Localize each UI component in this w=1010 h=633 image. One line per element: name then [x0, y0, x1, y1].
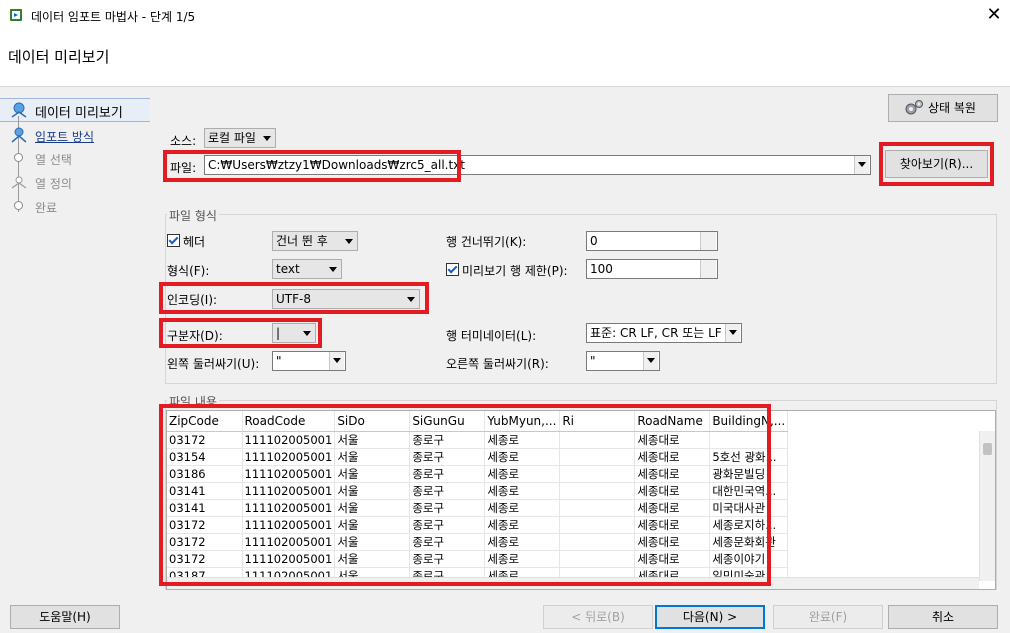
right-enclosure-select[interactable]: " [586, 351, 660, 371]
next-label: 다음(N) > [682, 610, 738, 624]
chevron-down-icon [326, 261, 340, 277]
annotation-highlight-delimiter [159, 318, 322, 348]
step-dot-icon [14, 201, 23, 210]
source-value: 로컬 파일 [208, 131, 256, 145]
help-button[interactable]: 도움말(H) [10, 605, 120, 629]
restore-state-label: 상태 복원 [928, 101, 976, 115]
format-select[interactable]: text [272, 259, 342, 279]
right-enclosure-value: " [590, 354, 596, 368]
format-label: 형식(F): [167, 264, 210, 278]
header-option-select[interactable]: 건너 뛴 후 [272, 231, 358, 251]
step-select-columns: 열 선택 [35, 153, 72, 167]
vertical-scrollbar[interactable] [979, 431, 995, 581]
preview-limit-checkbox[interactable] [446, 263, 459, 276]
spinner-arrows-icon[interactable] [700, 260, 716, 278]
skip-rows-spinner[interactable]: 0 [586, 231, 718, 251]
annotation-highlight-content [159, 404, 771, 586]
skip-rows-label: 행 건너뛰기(K): [446, 235, 527, 249]
preview-limit-spinner[interactable]: 100 [586, 259, 718, 279]
next-button[interactable]: 다음(N) > [655, 605, 765, 629]
close-icon[interactable]: ✕ [982, 4, 1006, 28]
line-terminator-select[interactable]: 표준: CR LF, CR 또는 LF [586, 323, 742, 343]
annotation-highlight-browse [879, 142, 994, 186]
line-terminator-label: 행 터미네이터(L): [446, 329, 537, 343]
chevron-down-icon [725, 324, 740, 342]
step-current-icon [11, 102, 27, 118]
gear-icon [905, 100, 923, 115]
left-enclosure-label: 왼쪽 둘러싸기(U): [167, 357, 260, 371]
back-button[interactable]: < 뒤로(B) [543, 605, 653, 629]
finish-button[interactable]: 완료(F) [773, 605, 883, 629]
chevron-down-icon [854, 156, 869, 174]
finish-label: 완료(F) [808, 610, 848, 624]
step-import-method[interactable]: 임포트 방식 [35, 128, 94, 145]
app-icon [10, 9, 22, 21]
step-data-preview: 데이터 미리보기 [35, 106, 123, 121]
source-select[interactable]: 로컬 파일 [204, 128, 276, 148]
chevron-down-icon [329, 352, 344, 370]
right-enclosure-label: 오른쪽 둘러싸기(R): [446, 357, 549, 371]
window-title: 데이터 임포트 마법사 - 단계 1/5 [31, 10, 196, 24]
left-enclosure-value: " [276, 354, 282, 368]
preview-limit-label: 미리보기 행 제한(P): [462, 264, 568, 278]
format-value: text [276, 262, 300, 276]
step-define-columns: 열 정의 [35, 177, 72, 191]
back-label: < 뒤로(B) [571, 610, 625, 624]
step-figure-icon [11, 176, 27, 189]
source-label: 소스: [170, 134, 197, 148]
skip-rows-value: 0 [590, 234, 598, 248]
annotation-highlight-file [163, 150, 461, 182]
header-checkbox[interactable] [167, 234, 180, 247]
cancel-label: 취소 [931, 610, 955, 624]
preview-limit-value: 100 [590, 262, 613, 276]
help-label: 도움말(H) [39, 610, 91, 624]
header-band [0, 32, 1010, 87]
step-link-icon [11, 127, 27, 143]
step-dot-icon [14, 153, 23, 162]
annotation-highlight-encoding [159, 282, 429, 314]
left-enclosure-select[interactable]: " [272, 351, 346, 371]
chevron-down-icon [342, 233, 356, 249]
scroll-thumb[interactable] [983, 443, 992, 455]
step-finish: 완료 [35, 201, 58, 215]
cancel-button[interactable]: 취소 [888, 605, 998, 629]
page-title: 데이터 미리보기 [8, 48, 110, 66]
file-format-group-label: 파일 형식 [167, 207, 219, 224]
chevron-down-icon [643, 352, 658, 370]
header-label: 헤더 [183, 235, 206, 249]
line-terminator-value: 표준: CR LF, CR 또는 LF [590, 326, 722, 340]
chevron-down-icon [260, 130, 274, 146]
header-option-value: 건너 뛴 후 [276, 234, 328, 248]
spinner-arrows-icon[interactable] [700, 232, 716, 250]
